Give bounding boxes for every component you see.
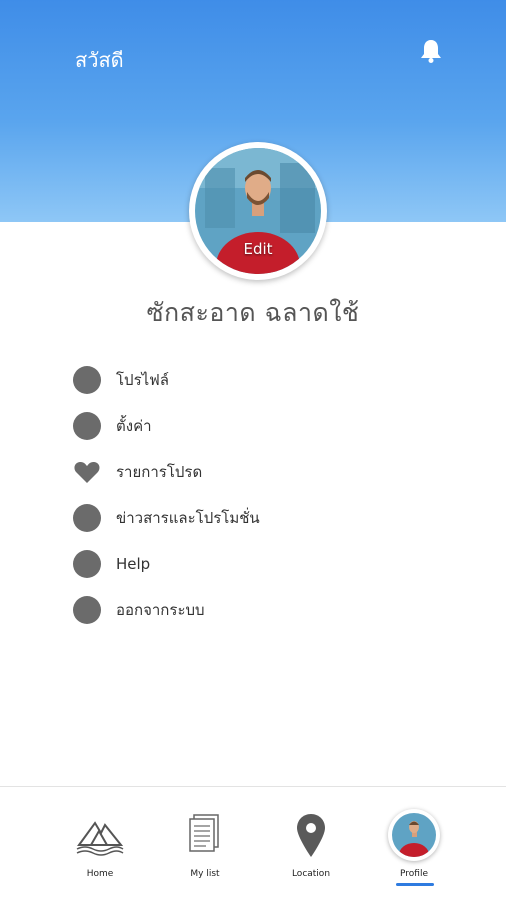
- menu-item-label: ตั้งค่า: [116, 417, 152, 435]
- bell-icon[interactable]: [420, 38, 442, 64]
- menu-item-label: โปรไฟล์: [116, 371, 169, 389]
- circle-icon: [73, 504, 101, 532]
- menu-item-help[interactable]: Help: [73, 541, 433, 587]
- tab-label: Home: [86, 869, 114, 879]
- menu-item-favorites[interactable]: รายการโปรด: [73, 449, 433, 495]
- tab-label: Profile: [400, 869, 428, 879]
- tab-label: Location: [291, 869, 331, 879]
- home-logo-icon: [75, 813, 125, 859]
- tab-profile[interactable]: Profile: [364, 787, 464, 901]
- tab-label: My list: [190, 869, 220, 879]
- profile-menu: โปรไฟล์ ตั้งค่า รายการโปรด ข่าวสารและโปร…: [73, 357, 433, 633]
- menu-item-settings[interactable]: ตั้งค่า: [73, 403, 433, 449]
- circle-icon: [73, 550, 101, 578]
- circle-icon: [73, 366, 101, 394]
- menu-item-profile[interactable]: โปรไฟล์: [73, 357, 433, 403]
- avatar: [388, 809, 440, 861]
- menu-item-news-promotions[interactable]: ข่าวสารและโปรโมชั่น: [73, 495, 433, 541]
- tab-location[interactable]: Location: [261, 787, 361, 901]
- user-name: ซักสะอาด ฉลาดใช้: [146, 298, 360, 327]
- menu-item-label: ข่าวสารและโปรโมชั่น: [116, 509, 260, 527]
- tab-my-list[interactable]: My list: [155, 787, 255, 901]
- map-pin-icon: [286, 813, 336, 859]
- document-icon: [180, 813, 230, 859]
- circle-icon: [73, 596, 101, 624]
- menu-item-logout[interactable]: ออกจากระบบ: [73, 587, 433, 633]
- avatar-container[interactable]: Edit: [189, 142, 327, 280]
- menu-item-label: ออกจากระบบ: [116, 601, 205, 619]
- edit-avatar-label[interactable]: Edit: [195, 240, 321, 258]
- active-tab-indicator: [396, 883, 434, 886]
- circle-icon: [73, 412, 101, 440]
- greeting-text: สวัสดี: [75, 48, 124, 72]
- heart-icon: [73, 458, 101, 486]
- menu-item-label: Help: [116, 555, 151, 573]
- avatar[interactable]: Edit: [195, 148, 321, 274]
- bottom-tab-bar: Home My list Location Profile: [0, 786, 506, 901]
- menu-item-label: รายการโปรด: [116, 463, 203, 481]
- tab-home[interactable]: Home: [50, 787, 150, 901]
